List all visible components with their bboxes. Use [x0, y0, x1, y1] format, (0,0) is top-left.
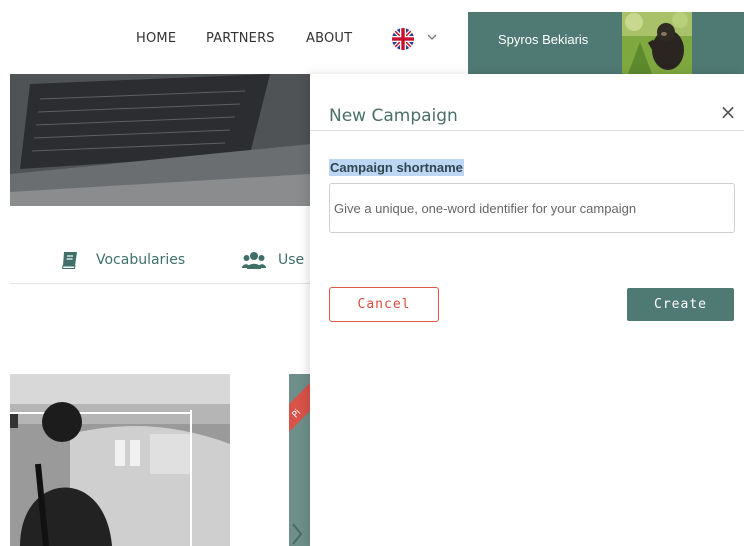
language-selector[interactable]	[392, 28, 448, 50]
panel-divider	[310, 130, 744, 131]
campaign-card-image[interactable]	[10, 374, 230, 546]
nav-link-partners[interactable]: PARTNERS	[206, 31, 275, 46]
panel-title: New Campaign	[329, 106, 458, 126]
close-icon[interactable]: ×	[718, 102, 738, 122]
chevron-down-icon	[426, 31, 438, 46]
cancel-button[interactable]: Cancel	[329, 287, 439, 322]
user-name: Spyros Bekiaris	[498, 32, 589, 47]
campaign-card-partial[interactable]: Pi	[289, 374, 311, 546]
uk-flag-icon	[392, 28, 414, 50]
tab-vocabularies-label: Vocabularies	[96, 252, 186, 268]
campaign-shortname-input[interactable]	[329, 183, 735, 233]
new-campaign-panel: New Campaign × Campaign shortname Cancel…	[310, 74, 744, 546]
nav-link-home[interactable]: HOME	[136, 31, 176, 46]
user-menu[interactable]: Spyros Bekiaris	[468, 12, 744, 74]
nav-link-about[interactable]: ABOUT	[306, 31, 352, 46]
users-icon	[242, 250, 266, 270]
hero-image	[10, 74, 310, 206]
top-nav-bar: HOME PARTNERS ABOUT Spyros Bekiaris	[0, 0, 744, 74]
book-icon	[60, 250, 82, 270]
tab-users-label: Use	[278, 252, 305, 268]
campaign-shortname-label: Campaign shortname	[329, 159, 464, 176]
avatar[interactable]	[622, 12, 692, 74]
create-button[interactable]: Create	[627, 288, 734, 321]
tab-divider	[10, 283, 310, 284]
